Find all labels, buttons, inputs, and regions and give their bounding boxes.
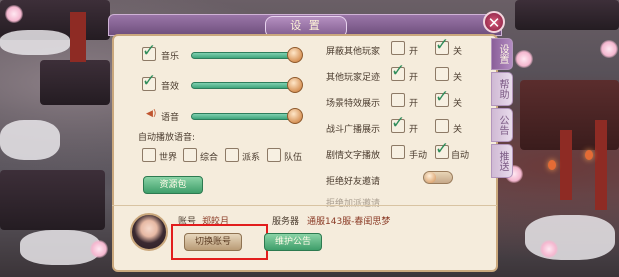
sfx-checkbox[interactable]: ✓: [142, 72, 156, 91]
scene-effects-off-label: 关: [453, 99, 463, 109]
music-slider-handle[interactable]: [287, 47, 303, 63]
pavilion-roof: [0, 170, 105, 230]
pavilion-roof: [40, 60, 110, 105]
divider: [112, 205, 497, 206]
blossom-icon: [600, 40, 618, 58]
player-trails-on-checkbox[interactable]: ✓: [391, 62, 405, 81]
setting-label-friend-invite: 拒绝好友邀请: [326, 177, 381, 187]
check-icon: ✓: [391, 113, 406, 133]
story-text-auto-label: 自动: [451, 151, 470, 161]
setting-label-scene-effects: 场景特效展示: [326, 99, 381, 109]
side-tab-bar: 设置 帮助 公告 推送: [491, 38, 513, 180]
check-icon: ✓: [142, 71, 157, 91]
autoplay-general-checkbox[interactable]: [183, 148, 197, 162]
battle-broadcast-on-label: 开: [409, 125, 419, 135]
music-slider[interactable]: [191, 52, 294, 59]
setting-label-hide-players: 屏蔽其他玩家: [326, 47, 381, 57]
player-trails-off-checkbox[interactable]: [435, 67, 449, 81]
hide-players-off-label: 关: [453, 47, 463, 57]
check-icon: ✓: [435, 139, 450, 159]
blossom-icon: [5, 5, 23, 23]
music-label: 音乐: [161, 52, 180, 62]
hide-players-off-checkbox[interactable]: ✓: [435, 36, 449, 55]
battle-broadcast-on-checkbox[interactable]: ✓: [391, 114, 405, 133]
voice-label: 语音: [161, 113, 180, 123]
server-name: 通服143服-春闺思梦: [307, 217, 391, 227]
red-pillar: [595, 120, 607, 210]
pavilion-roof: [515, 0, 619, 30]
check-icon: ✓: [391, 61, 406, 81]
scene-effects-off-checkbox[interactable]: ✓: [435, 88, 449, 107]
autoplay-faction-label: 派系: [242, 153, 261, 163]
sfx-slider-handle[interactable]: [287, 77, 303, 93]
avatar: [130, 213, 168, 251]
scene-effects-on-label: 开: [409, 99, 419, 109]
blossom-icon: [90, 240, 108, 258]
autoplay-world-label: 世界: [159, 153, 178, 163]
music-checkbox[interactable]: ✓: [142, 42, 156, 61]
close-button[interactable]: ✕: [483, 11, 505, 33]
player-trails-on-label: 开: [409, 73, 419, 83]
snow-patch: [0, 120, 60, 160]
blossom-icon: [515, 50, 533, 68]
autoplay-team-label: 队伍: [284, 153, 303, 163]
tab-notice[interactable]: 公告: [491, 108, 513, 142]
blossom-icon: [540, 240, 558, 258]
snow-patch: [20, 230, 100, 265]
tab-push[interactable]: 推送: [491, 144, 513, 178]
voice-slider-handle[interactable]: [287, 108, 303, 124]
scene-effects-on-checkbox[interactable]: [391, 93, 405, 107]
autoplay-general-label: 综合: [200, 153, 219, 163]
snow-patch: [0, 30, 70, 55]
server-label: 服务器: [272, 217, 300, 227]
story-text-manual-label: 手动: [409, 151, 428, 161]
autoplay-faction-checkbox[interactable]: [225, 148, 239, 162]
check-icon: ✓: [435, 35, 450, 55]
player-trails-off-label: 关: [453, 73, 463, 83]
hide-players-on-label: 开: [409, 47, 419, 57]
tab-help[interactable]: 帮助: [491, 72, 513, 106]
resource-pack-button[interactable]: 资源包: [143, 176, 203, 194]
setting-label-battle-broadcast: 战斗广播展示: [326, 125, 381, 135]
tab-settings[interactable]: 设置: [491, 38, 513, 70]
autoplay-team-checkbox[interactable]: [267, 148, 281, 162]
hide-players-on-checkbox[interactable]: [391, 41, 405, 55]
setting-label-faction-invite-partial: 拒绝加派邀请: [326, 199, 381, 209]
lantern-icon: [548, 160, 556, 170]
red-pillar: [70, 12, 86, 62]
sfx-label: 音效: [161, 82, 180, 92]
setting-label-player-trails: 其他玩家足迹: [326, 73, 381, 83]
maintenance-notice-button[interactable]: 维护公告: [264, 233, 322, 251]
red-pillar: [560, 130, 572, 200]
snow-patch: [525, 215, 615, 260]
autoplay-voice-label: 自动播放语音:: [138, 133, 196, 143]
check-icon: ✓: [142, 41, 157, 61]
speaker-icon: ◀): [146, 109, 157, 119]
story-text-manual-checkbox[interactable]: [391, 145, 405, 159]
setting-label-story-text: 剧情文字播放: [326, 151, 381, 161]
friend-invite-toggle[interactable]: [423, 171, 453, 184]
switch-account-button[interactable]: 切换账号: [184, 233, 242, 251]
lantern-icon: [585, 150, 593, 160]
toggle-knob: [425, 172, 436, 183]
voice-slider[interactable]: [191, 113, 294, 120]
check-icon: ✓: [435, 87, 450, 107]
story-text-auto-checkbox[interactable]: ✓: [435, 140, 449, 159]
battle-broadcast-off-checkbox[interactable]: [435, 119, 449, 133]
battle-broadcast-off-label: 关: [453, 125, 463, 135]
sfx-slider[interactable]: [191, 82, 294, 89]
autoplay-world-checkbox[interactable]: [142, 148, 156, 162]
